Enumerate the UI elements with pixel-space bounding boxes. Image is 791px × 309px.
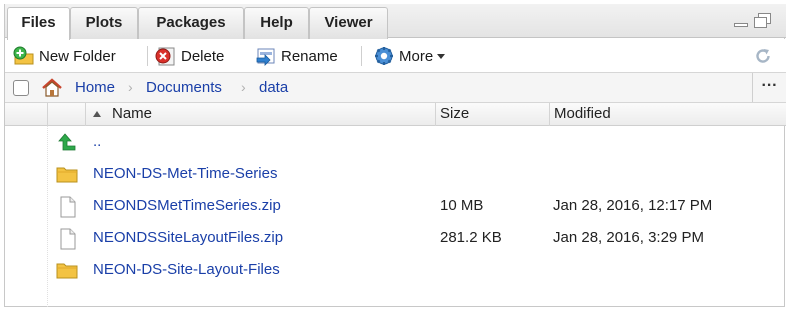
list-item[interactable]: NEON-DS-Site-Layout-Files [5,254,786,286]
file-name[interactable]: NEONDSMetTimeSeries.zip [93,197,281,214]
breadcrumb-separator: › [128,79,133,95]
file-icon [55,196,79,218]
tab-files[interactable]: Files [7,7,70,40]
file-name[interactable]: NEONDSSiteLayoutFiles.zip [93,229,283,246]
new-folder-button[interactable]: New Folder [13,45,116,67]
column-name[interactable]: Name [85,103,435,126]
tab-label: Files [21,14,56,31]
more-button[interactable]: More [373,45,446,67]
column-header: Name Size Modified [5,103,786,126]
more-options-button[interactable]: ··· [752,73,786,102]
delete-label: Delete [181,47,225,65]
row-checkbox[interactable] [13,229,33,247]
list-item[interactable]: NEONDSSiteLayoutFiles.zip 281.2 KB Jan 2… [5,222,786,254]
file-name[interactable]: NEON-DS-Met-Time-Series [93,165,277,182]
toolbar-divider [361,46,362,66]
file-size: 281.2 KB [440,229,502,246]
delete-button[interactable]: Delete [155,45,224,67]
row-checkbox[interactable] [13,197,33,215]
file-name[interactable]: NEON-DS-Site-Layout-Files [93,261,280,278]
file-size: 10 MB [440,197,484,214]
files-pane: Files Plots Packages Help Viewer New Fol… [4,4,786,307]
tab-label: Packages [156,14,226,31]
more-label: More [399,47,434,65]
row-checkbox[interactable] [13,261,33,279]
tab-label: Plots [85,14,123,31]
tab-packages[interactable]: Packages [138,7,244,39]
caret-down-icon [437,53,446,59]
rename-button[interactable]: Rename [255,45,338,67]
list-item[interactable]: NEONDSMetTimeSeries.zip 10 MB Jan 28, 20… [5,190,786,222]
folder-icon [55,260,79,280]
breadcrumb: Home › Documents › data ··· [5,73,786,103]
breadcrumb-home[interactable]: Home [75,79,115,96]
column-size-label: Size [440,105,470,122]
up-arrow-icon[interactable] [55,132,79,152]
list-item-parent[interactable]: .. [5,126,786,158]
new-folder-label: New Folder [39,47,116,65]
tab-strip: Files Plots Packages Help Viewer [5,4,786,40]
tab-viewer[interactable]: Viewer [309,7,388,39]
sort-ascending-icon [93,111,101,117]
file-icon [55,228,79,250]
breadcrumb-data[interactable]: data [259,79,288,96]
maximize-icon[interactable] [754,17,767,28]
files-toolbar: New Folder Delete Rename More [5,39,786,73]
column-divider [47,103,48,126]
tab-help[interactable]: Help [244,7,309,39]
breadcrumb-separator: › [241,79,246,95]
column-modified-label: Modified [554,105,611,122]
minimize-icon[interactable] [734,23,748,27]
row-checkbox[interactable] [13,165,33,183]
new-folder-icon [13,46,34,66]
column-name-label: Name [112,105,153,122]
file-name[interactable]: .. [93,133,101,150]
tab-label: Help [260,14,293,31]
home-icon[interactable] [41,78,63,98]
tab-label: Viewer [324,14,373,31]
column-size[interactable]: Size [435,103,549,126]
refresh-icon[interactable] [754,47,772,65]
file-modified: Jan 28, 2016, 12:17 PM [553,197,713,214]
file-modified: Jan 28, 2016, 3:29 PM [553,229,704,246]
window-controls [734,13,774,31]
rename-label: Rename [281,47,338,65]
breadcrumb-documents[interactable]: Documents [146,79,222,96]
gear-icon [373,46,393,66]
folder-icon [55,164,79,184]
delete-icon [155,46,175,66]
select-all-checkbox[interactable] [13,80,29,96]
column-modified[interactable]: Modified [549,103,786,126]
toolbar-divider [147,46,148,66]
rename-icon [255,46,275,66]
list-item[interactable]: NEON-DS-Met-Time-Series [5,158,786,190]
tab-plots[interactable]: Plots [70,7,138,39]
